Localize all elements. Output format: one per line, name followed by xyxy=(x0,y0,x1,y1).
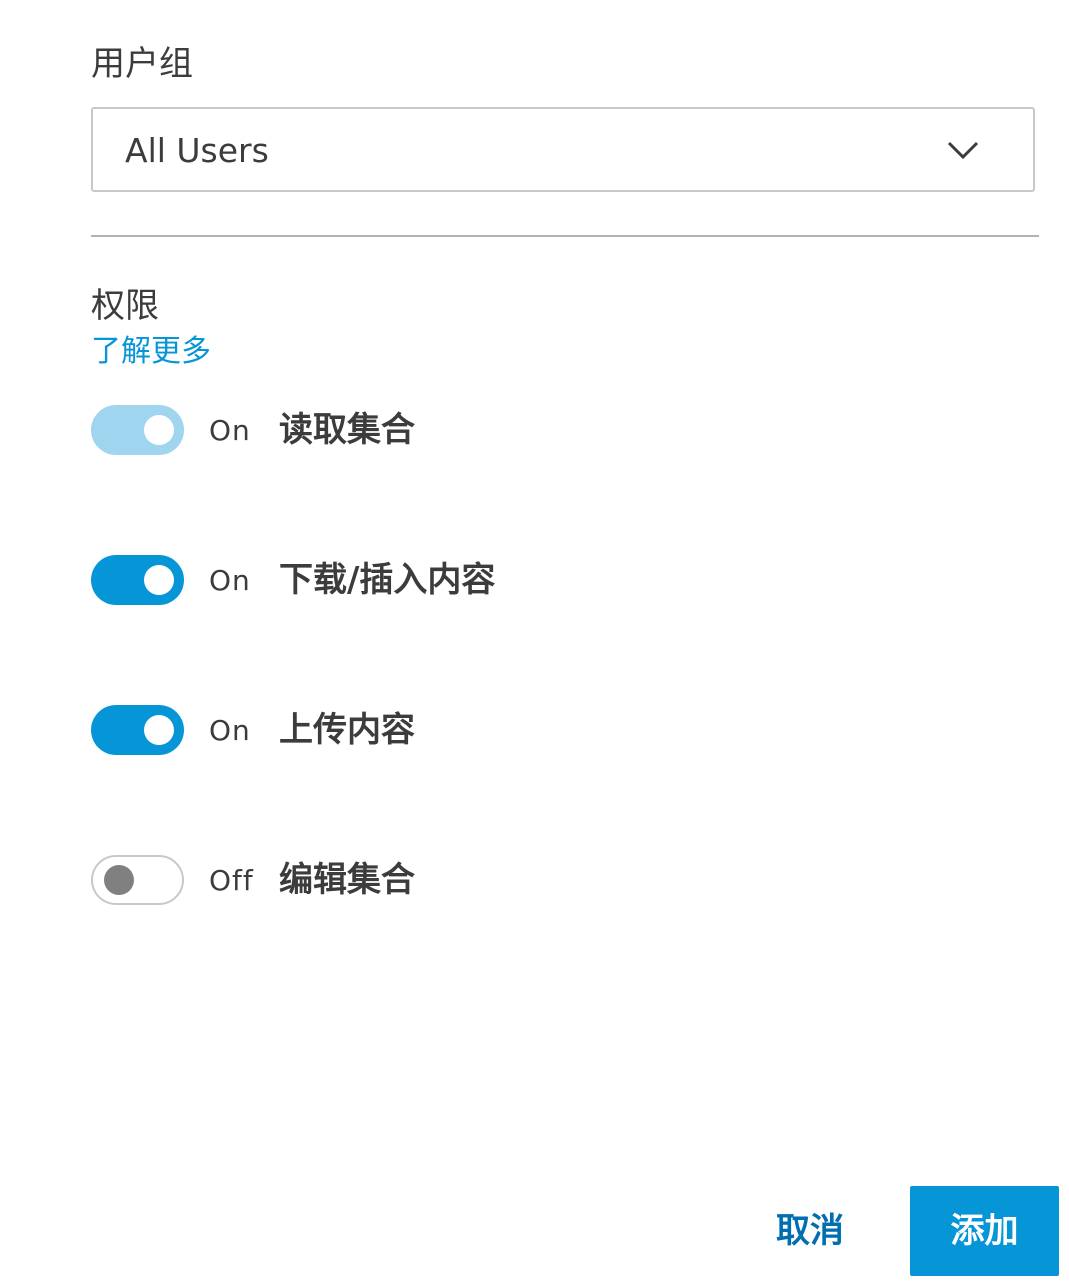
add-user-group-panel: 用户组 All Users 权限 了解更多 On 读取集合 On 下载/插入内容… xyxy=(0,0,1069,1286)
toggle-knob xyxy=(144,415,174,445)
toggle-knob xyxy=(104,865,134,895)
user-group-selected-value: All Users xyxy=(125,131,269,170)
permission-label: 读取集合 xyxy=(279,410,415,450)
toggle-knob xyxy=(144,715,174,745)
permission-row-upload-content: On 上传内容 xyxy=(91,705,991,757)
chevron-down-icon xyxy=(947,141,979,160)
download-insert-toggle[interactable] xyxy=(91,555,184,605)
permission-label: 上传内容 xyxy=(279,710,415,750)
permission-row-edit-collection: Off 编辑集合 xyxy=(91,855,991,907)
cancel-button[interactable]: 取消 xyxy=(760,1186,860,1276)
permission-row-download-insert: On 下载/插入内容 xyxy=(91,555,991,607)
permissions-title: 权限 xyxy=(91,286,159,326)
learn-more-link[interactable]: 了解更多 xyxy=(91,331,211,373)
permission-row-read-collection: On 读取集合 xyxy=(91,405,991,457)
permission-label: 编辑集合 xyxy=(279,860,415,900)
toggle-knob xyxy=(144,565,174,595)
read-collection-toggle[interactable] xyxy=(91,405,184,455)
toggle-state-text: On xyxy=(209,564,251,597)
user-group-label: 用户组 xyxy=(91,44,193,84)
upload-content-toggle[interactable] xyxy=(91,705,184,755)
permission-label: 下载/插入内容 xyxy=(279,560,496,600)
toggle-state-text: On xyxy=(209,414,251,447)
section-divider xyxy=(91,235,1039,237)
add-button[interactable]: 添加 xyxy=(910,1186,1059,1276)
user-group-select[interactable]: All Users xyxy=(91,107,1035,192)
toggle-state-text: On xyxy=(209,714,251,747)
toggle-state-text: Off xyxy=(209,864,254,897)
edit-collection-toggle[interactable] xyxy=(91,855,184,905)
